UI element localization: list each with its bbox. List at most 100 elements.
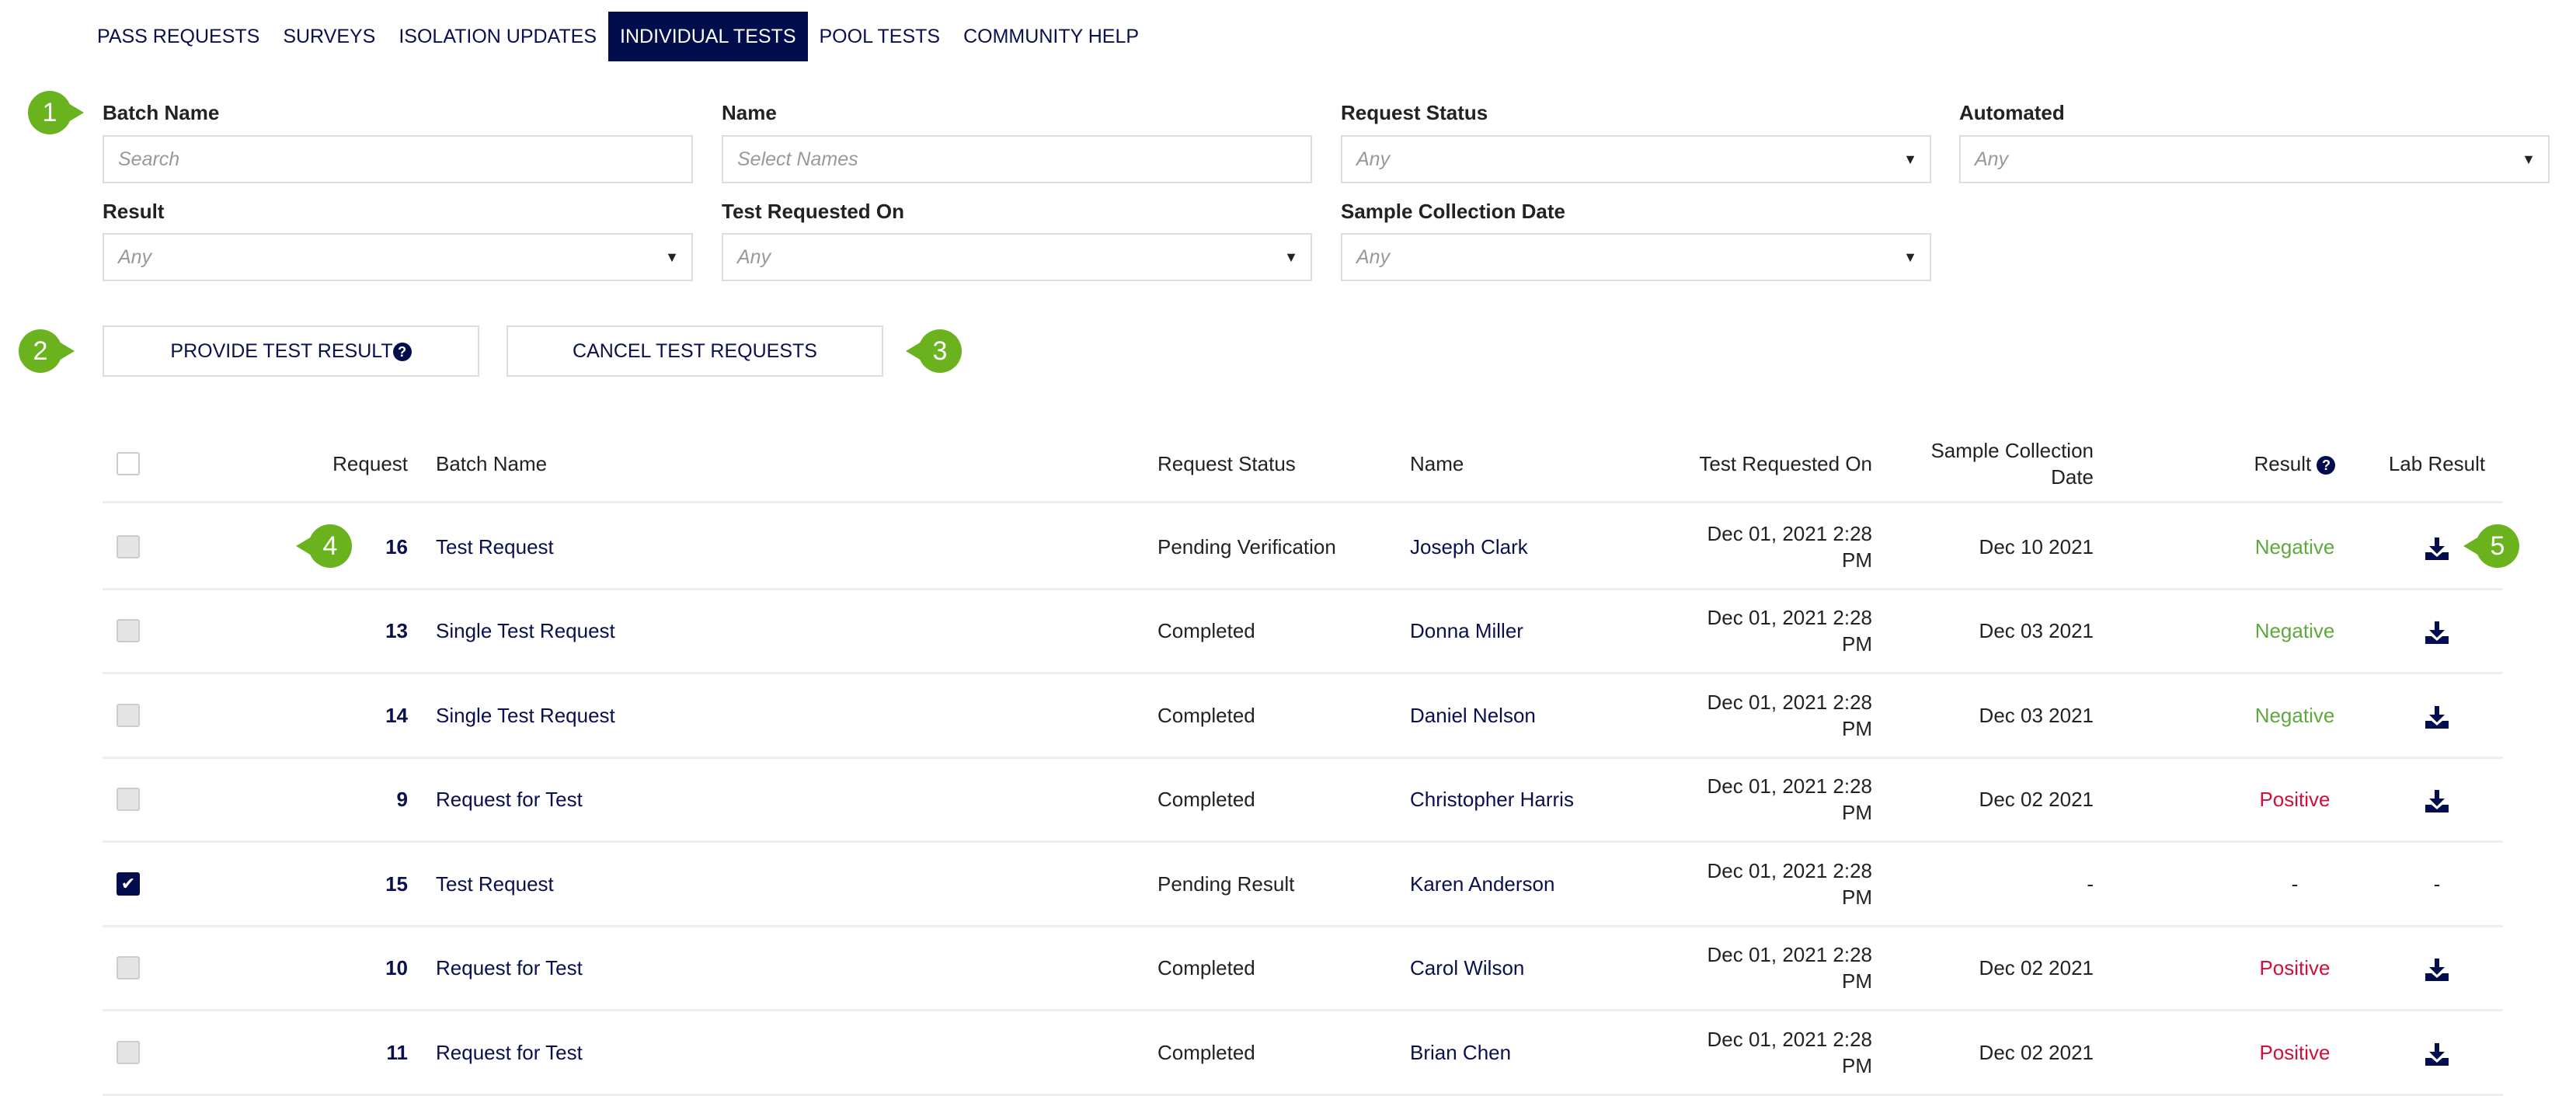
result: Negative [2254, 619, 2335, 643]
header-sample-collection-date[interactable]: Sample Collection Date [1907, 437, 2094, 490]
result: - [2291, 872, 2299, 896]
request-status: Completed [1157, 956, 1255, 980]
request-status-select[interactable]: Any ▼ [1341, 135, 1931, 183]
download-icon[interactable] [2425, 704, 2449, 729]
download-icon[interactable] [2425, 619, 2449, 645]
test-requested-on: Dec 01, 2021 2:28 PM [1707, 521, 1873, 572]
lab-result[interactable] [2359, 955, 2515, 982]
select-all-checkbox[interactable] [117, 451, 140, 475]
batch-name-link[interactable]: Test Request [436, 871, 554, 897]
table-row: 14 Single Test Request Completed Daniel … [103, 674, 2503, 759]
lab-result[interactable] [2359, 786, 2515, 813]
download-icon[interactable] [2425, 788, 2449, 813]
header-request-status[interactable]: Request Status [1157, 451, 1296, 477]
tab-isolation-updates[interactable]: ISOLATION UPDATES [387, 12, 608, 61]
header-name[interactable]: Name [1410, 451, 1464, 477]
result-select[interactable]: Any ▼ [103, 233, 693, 281]
row-checkbox[interactable] [117, 1040, 140, 1064]
name-link[interactable]: Carol Wilson [1410, 955, 1524, 981]
result-label: Result [103, 200, 165, 223]
request-id: 10 [385, 956, 408, 980]
request-status: Completed [1157, 788, 1255, 812]
request-id: 9 [396, 788, 408, 812]
provide-test-result-label: PROVIDE TEST RESULT [170, 340, 393, 362]
automated-label: Automated [1959, 101, 2065, 124]
tab-community-help[interactable]: COMMUNITY HELP [952, 12, 1150, 61]
row-checkbox[interactable] [117, 956, 140, 980]
batch-name-link[interactable]: Request for Test [436, 955, 583, 981]
automated-select[interactable]: Any ▼ [1959, 135, 2550, 183]
name-link[interactable]: Christopher Harris [1410, 786, 1574, 812]
batch-name-link[interactable]: Test Request [436, 534, 554, 560]
callout-1: 1 [28, 91, 84, 134]
automated-value: Any [1975, 148, 2009, 170]
batch-name-link[interactable]: Request for Test [436, 786, 583, 812]
download-icon[interactable] [2425, 1041, 2449, 1066]
test-requested-on: Dec 01, 2021 2:28 PM [1707, 1027, 1873, 1077]
header-batch-name[interactable]: Batch Name [436, 451, 547, 477]
sample-collection-date: - [2087, 872, 2094, 896]
row-checkbox[interactable]: ✔ [117, 872, 140, 896]
header-request[interactable]: Request [332, 451, 408, 477]
row-checkbox[interactable] [117, 534, 140, 558]
help-icon[interactable]: ? [2317, 455, 2336, 475]
lab-result[interactable] [2359, 618, 2515, 645]
lab-result[interactable] [2359, 1039, 2515, 1066]
cancel-test-requests-button[interactable]: CANCEL TEST REQUESTS [506, 325, 883, 377]
sample-collection-date: Dec 02 2021 [1979, 788, 2094, 812]
result: Negative [2254, 534, 2335, 558]
sample-collection-date: Dec 02 2021 [1979, 956, 2094, 980]
test-requested-on-label: Test Requested On [722, 200, 905, 223]
table-row: 16 Test Request Pending Verification Jos… [103, 506, 2503, 590]
callout-2: 2 [19, 329, 75, 373]
caret-down-icon: ▼ [2522, 151, 2536, 167]
callout-5: 5 [2463, 524, 2519, 568]
name-link[interactable]: Joseph Clark [1410, 534, 1528, 560]
sample-collection-date-select[interactable]: Any ▼ [1341, 233, 1931, 281]
name-link[interactable]: Donna Miller [1410, 618, 1523, 644]
provide-test-result-button[interactable]: PROVIDE TEST RESULT? [103, 325, 479, 377]
sample-collection-date: Dec 03 2021 [1979, 619, 2094, 643]
batch-name-search-input[interactable]: Search [103, 135, 693, 183]
header-test-requested-on[interactable]: Test Requested On [1699, 451, 1872, 477]
result: Positive [2259, 956, 2331, 980]
row-checkbox[interactable] [117, 788, 140, 812]
tab-pool-tests[interactable]: POOL TESTS [808, 12, 952, 61]
test-requested-on-select[interactable]: Any ▼ [722, 233, 1312, 281]
header-result[interactable]: Result ? [2217, 451, 2372, 477]
sample-collection-date: Dec 10 2021 [1979, 534, 2094, 558]
batch-name-link[interactable]: Request for Test [436, 1039, 583, 1066]
name-label: Name [722, 101, 777, 124]
download-icon[interactable] [2425, 956, 2449, 982]
batch-name-label: Batch Name [103, 101, 220, 124]
lab-result: - [2359, 871, 2515, 897]
table-row: 11 Request for Test Completed Brian Chen… [103, 1011, 2503, 1096]
caret-down-icon: ▼ [665, 249, 679, 265]
help-icon[interactable]: ? [392, 343, 412, 362]
tab-pass-requests[interactable]: PASS REQUESTS [85, 12, 271, 61]
tab-individual-tests[interactable]: INDIVIDUAL TESTS [608, 12, 808, 61]
header-result-label: Result [2254, 451, 2312, 475]
tab-surveys[interactable]: SURVEYS [271, 12, 387, 61]
name-select-input[interactable]: Select Names [722, 135, 1312, 183]
lab-result[interactable] [2359, 702, 2515, 729]
test-requested-on: Dec 01, 2021 2:28 PM [1707, 690, 1873, 740]
batch-name-link[interactable]: Single Test Request [436, 618, 615, 644]
name-link[interactable]: Brian Chen [1410, 1039, 1511, 1066]
name-link[interactable]: Karen Anderson [1410, 871, 1554, 897]
callout-4: 4 [296, 524, 352, 568]
callout-3: 3 [906, 329, 962, 373]
request-status: Pending Result [1157, 872, 1295, 896]
test-requested-on: Dec 01, 2021 2:28 PM [1707, 606, 1873, 656]
test-requested-on: Dec 01, 2021 2:28 PM [1707, 774, 1873, 825]
row-checkbox[interactable] [117, 619, 140, 643]
batch-name-link[interactable]: Single Test Request [436, 702, 615, 729]
request-id: 15 [385, 872, 408, 896]
row-checkbox[interactable] [117, 703, 140, 727]
name-link[interactable]: Daniel Nelson [1410, 702, 1536, 729]
request-status-label: Request Status [1341, 101, 1488, 124]
download-icon[interactable] [2425, 535, 2449, 560]
sample-collection-date-label: Sample Collection Date [1341, 200, 1565, 223]
result: Negative [2254, 703, 2335, 727]
table-row: 13 Single Test Request Completed Donna M… [103, 590, 2503, 674]
